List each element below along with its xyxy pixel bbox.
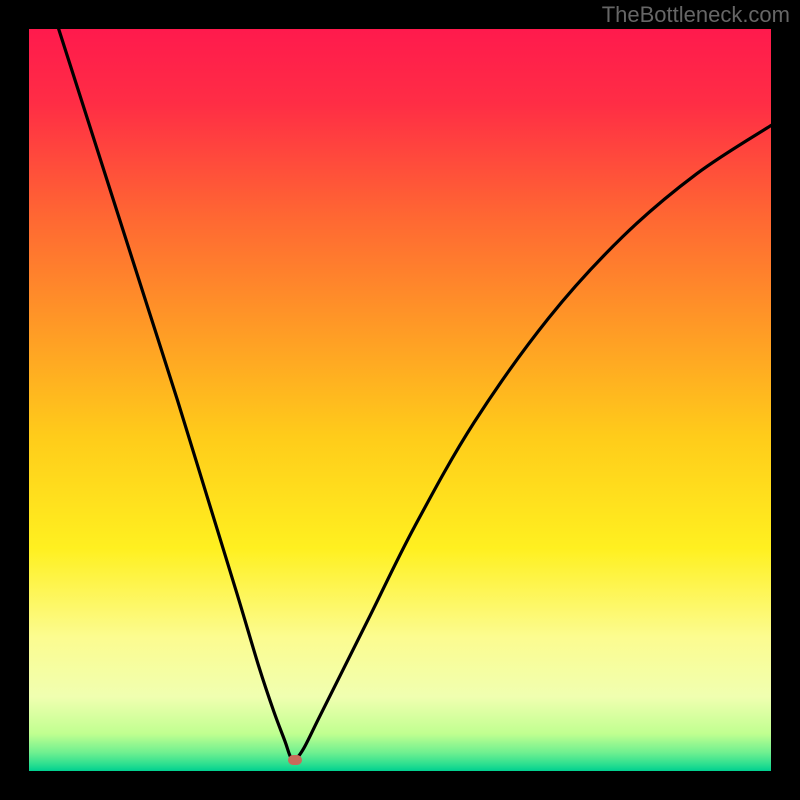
- watermark-text: TheBottleneck.com: [602, 2, 790, 28]
- plot-area: [29, 29, 771, 771]
- bottleneck-curve: [29, 29, 771, 771]
- optimum-marker: [288, 755, 302, 765]
